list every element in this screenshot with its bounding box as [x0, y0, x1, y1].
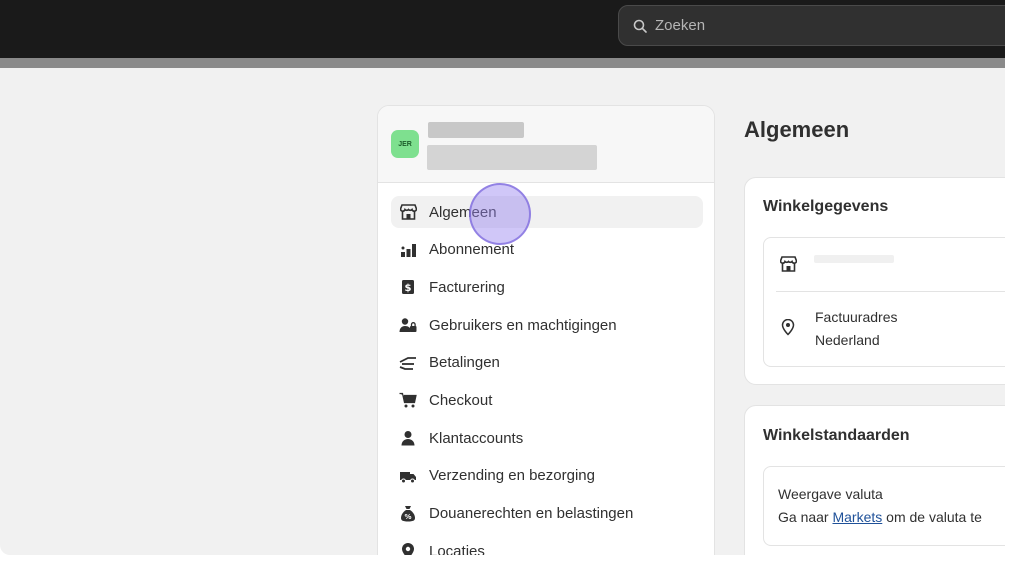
divider: [776, 291, 1005, 292]
nav-item-douanerechten[interactable]: % Douanerechten en belastingen: [391, 498, 703, 530]
nav-item-locaties[interactable]: Locaties: [391, 535, 703, 555]
nav-item-label: Betalingen: [429, 354, 500, 372]
nav-item-klantaccounts[interactable]: Klantaccounts: [391, 422, 703, 454]
nav-item-label: Locaties: [429, 542, 485, 555]
nav-item-label: Checkout: [429, 391, 493, 409]
store-name-redacted: [428, 122, 524, 138]
search-icon: [633, 19, 647, 33]
search-placeholder: Zoeken: [655, 17, 706, 34]
billing-address-label: Factuuradres: [815, 309, 898, 325]
nav-item-label: Douanerechten en belastingen: [429, 505, 634, 522]
topbar-shadow: [0, 58, 1005, 68]
currency-label: Weergave valuta: [778, 486, 883, 502]
plan-icon: [399, 241, 417, 259]
person-icon: [399, 429, 417, 447]
nav-item-label: Klantaccounts: [429, 429, 524, 447]
nav-item-algemeen[interactable]: Algemeen: [391, 196, 703, 228]
card-title: Winkelstandaarden: [763, 427, 910, 444]
store-details-inner[interactable]: Factuuradres Nederland: [763, 237, 1005, 367]
nav-item-betalingen[interactable]: Betalingen: [391, 347, 703, 379]
settings-nav: JER Algemeen Abonnement $ Facturering Ge…: [377, 105, 715, 555]
markets-link[interactable]: Markets: [832, 509, 882, 525]
nav-item-label: Gebruikers en machtigingen: [429, 316, 617, 334]
store-icon: [779, 256, 798, 277]
users-icon: [399, 316, 417, 334]
nav-item-gebruikers[interactable]: Gebruikers en machtigingen: [391, 309, 703, 341]
store-defaults-card: Winkelstandaarden Weergave valuta Ga naa…: [744, 405, 1005, 555]
store-icon: [399, 203, 417, 221]
billing-icon: $: [399, 278, 417, 296]
currency-text-after: om de valuta te: [882, 509, 982, 525]
page-title: Algemeen: [744, 117, 850, 142]
nav-item-label: Facturering: [429, 278, 505, 296]
settings-nav-list: Algemeen Abonnement $ Facturering Gebrui…: [391, 196, 703, 555]
currency-help-text: Ga naar Markets om de valuta te: [778, 509, 982, 525]
store-avatar: JER: [391, 130, 419, 158]
app-frame: Zoeken JER Algemeen Abonnement $ Facture…: [0, 0, 1005, 555]
store-details-card: Winkelgegevens Factuuradres Nederland: [744, 177, 1005, 385]
top-bar: Zoeken: [0, 0, 1005, 58]
card-title: Winkelgegevens: [763, 198, 889, 215]
store-name-redacted: [814, 255, 894, 263]
tax-icon: %: [399, 505, 417, 523]
truck-icon: [399, 467, 417, 485]
cart-icon: [399, 391, 417, 409]
svg-text:%: %: [404, 513, 411, 521]
nav-item-checkout[interactable]: Checkout: [391, 384, 703, 416]
cursor-highlight: [469, 183, 531, 245]
nav-item-verzending[interactable]: Verzending en bezorging: [391, 460, 703, 492]
payments-icon: [399, 354, 417, 372]
location-icon: [781, 318, 795, 341]
billing-address-value: Nederland: [815, 332, 880, 348]
currency-section: Weergave valuta Ga naar Markets om de va…: [763, 466, 1005, 546]
nav-item-facturering[interactable]: $ Facturering: [391, 271, 703, 303]
store-header[interactable]: JER: [378, 106, 714, 183]
location-icon: [399, 542, 417, 555]
search-bar[interactable]: Zoeken: [618, 5, 1005, 46]
svg-text:$: $: [405, 283, 412, 294]
currency-text-before: Ga naar: [778, 509, 833, 525]
store-url-redacted: [427, 145, 597, 170]
nav-item-abonnement[interactable]: Abonnement: [391, 234, 703, 266]
nav-item-label: Verzending en bezorging: [429, 467, 595, 485]
